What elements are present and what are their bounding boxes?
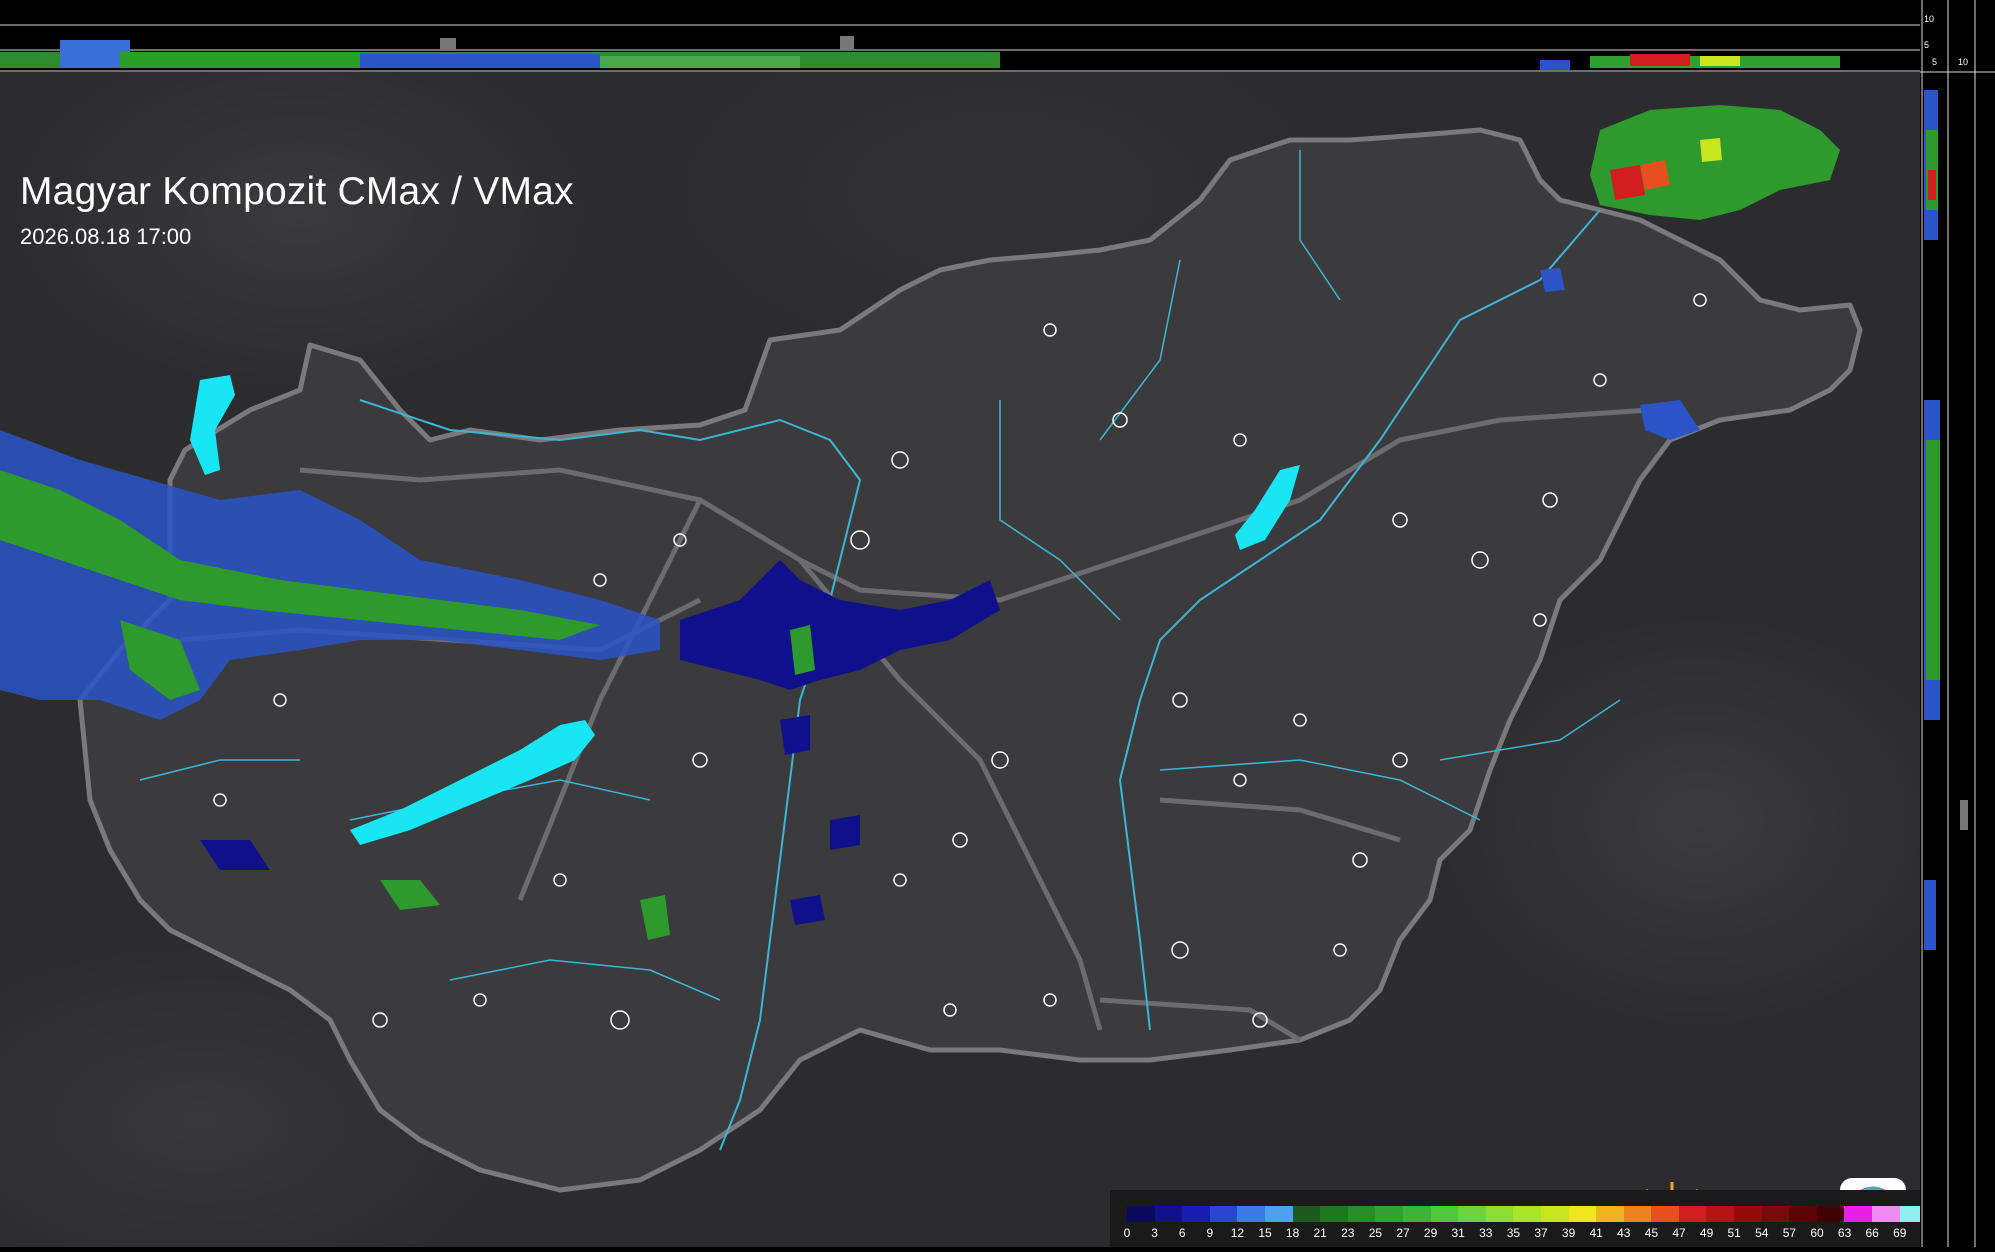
legend-swatch: [1485, 1206, 1514, 1222]
legend-label: 9: [1206, 1226, 1214, 1240]
legend-swatch: [1623, 1206, 1652, 1222]
legend-swatch: [1430, 1206, 1459, 1222]
legend-label: 15: [1258, 1226, 1272, 1240]
legend-label: 63: [1837, 1226, 1852, 1240]
legend-swatch: [1761, 1206, 1790, 1222]
legend-label: 60: [1810, 1226, 1824, 1240]
legend-label: 45: [1644, 1226, 1659, 1240]
map-timestamp: 2026.08.18 17:00: [20, 224, 192, 249]
legend-swatch: [1540, 1206, 1569, 1222]
side-tick-10: 10: [1958, 57, 1968, 67]
legend-label: 25: [1368, 1226, 1383, 1240]
top-profile-graph: [0, 24, 1920, 72]
top-tick-5: 5: [1924, 40, 1929, 50]
legend-label: 31: [1451, 1226, 1465, 1240]
legend-label: 29: [1423, 1226, 1438, 1240]
legend-swatch: [1596, 1206, 1624, 1222]
legend-swatch: [1651, 1206, 1679, 1222]
legend-swatch: [1789, 1206, 1817, 1222]
legend-swatch: [1264, 1206, 1293, 1222]
legend-label: 3: [1151, 1226, 1158, 1240]
profile-strip-side: 5 10 10 5: [1920, 0, 1995, 1247]
legend-swatch: [1347, 1206, 1376, 1222]
hungary-border: [77, 127, 1863, 1193]
legend-swatch: [1375, 1206, 1403, 1222]
radar-map[interactable]: Magyar Kompozit CMax / VMax 2026.08.18 1…: [0, 72, 1920, 1247]
legend-label: 6: [1178, 1226, 1186, 1240]
legend-label: 0: [1123, 1226, 1131, 1240]
legend-label: 21: [1313, 1226, 1327, 1240]
legend-swatch: [1513, 1206, 1541, 1222]
legend-label: 39: [1561, 1226, 1576, 1240]
legend-swatch: [1320, 1206, 1348, 1222]
legend-label: 18: [1285, 1226, 1300, 1240]
legend-label: 37: [1534, 1226, 1548, 1240]
side-profile-graph: 5 10 10 5: [1920, 0, 1995, 1247]
legend-swatch: [1844, 1206, 1873, 1222]
top-tick-10: 10: [1924, 14, 1934, 24]
legend-swatch: [1127, 1206, 1155, 1222]
legend-label: 49: [1699, 1226, 1714, 1240]
legend-color-row: [1127, 1206, 1920, 1222]
dbz-legend: 0 3 6 9 12 15 18 21 23 25 27 29 31 33 35 37 39 41 43 45 47 49…: [1110, 1190, 1920, 1247]
map-canvas: [0, 105, 1863, 1193]
legend-swatch: [1899, 1206, 1920, 1222]
legend-swatch: [1292, 1206, 1321, 1222]
legend-swatch: [1872, 1206, 1900, 1222]
legend-label: 33: [1479, 1226, 1493, 1240]
profile-strip-top: [0, 0, 1920, 72]
legend-label: 54: [1755, 1226, 1769, 1240]
legend-label: 43: [1617, 1226, 1631, 1240]
legend-swatch: [1402, 1206, 1431, 1222]
legend-label: 51: [1727, 1226, 1741, 1240]
precip-storm-northeast: [1590, 105, 1840, 220]
legend-label: 47: [1672, 1226, 1686, 1240]
map-title: Magyar Kompozit CMax / VMax: [20, 170, 574, 213]
legend-labels: 0 3 6 9 12 15 18 21 23 25 27 29 31 33 35 37 39 41 43 45 47 49…: [1123, 1224, 1920, 1240]
side-tick-5: 5: [1932, 57, 1937, 67]
legend-swatch: [1458, 1206, 1486, 1222]
legend-swatch: [1678, 1206, 1707, 1222]
legend-label: 69: [1893, 1226, 1907, 1240]
legend-label: 27: [1396, 1226, 1410, 1240]
legend-label: 57: [1782, 1226, 1797, 1240]
legend-swatch: [1209, 1206, 1238, 1222]
legend-swatch: [1568, 1206, 1597, 1222]
legend-swatch: [1706, 1206, 1735, 1222]
legend-swatch: [1182, 1206, 1210, 1222]
legend-label: 41: [1589, 1226, 1603, 1240]
legend-swatch: [1734, 1206, 1762, 1222]
legend-swatch: [1237, 1206, 1265, 1222]
legend-label: 23: [1341, 1226, 1355, 1240]
legend-swatch: [1816, 1206, 1845, 1222]
legend-label: 66: [1865, 1226, 1879, 1240]
legend-swatch: [1154, 1206, 1183, 1222]
legend-label: 35: [1506, 1226, 1521, 1240]
legend-label: 12: [1230, 1226, 1245, 1240]
